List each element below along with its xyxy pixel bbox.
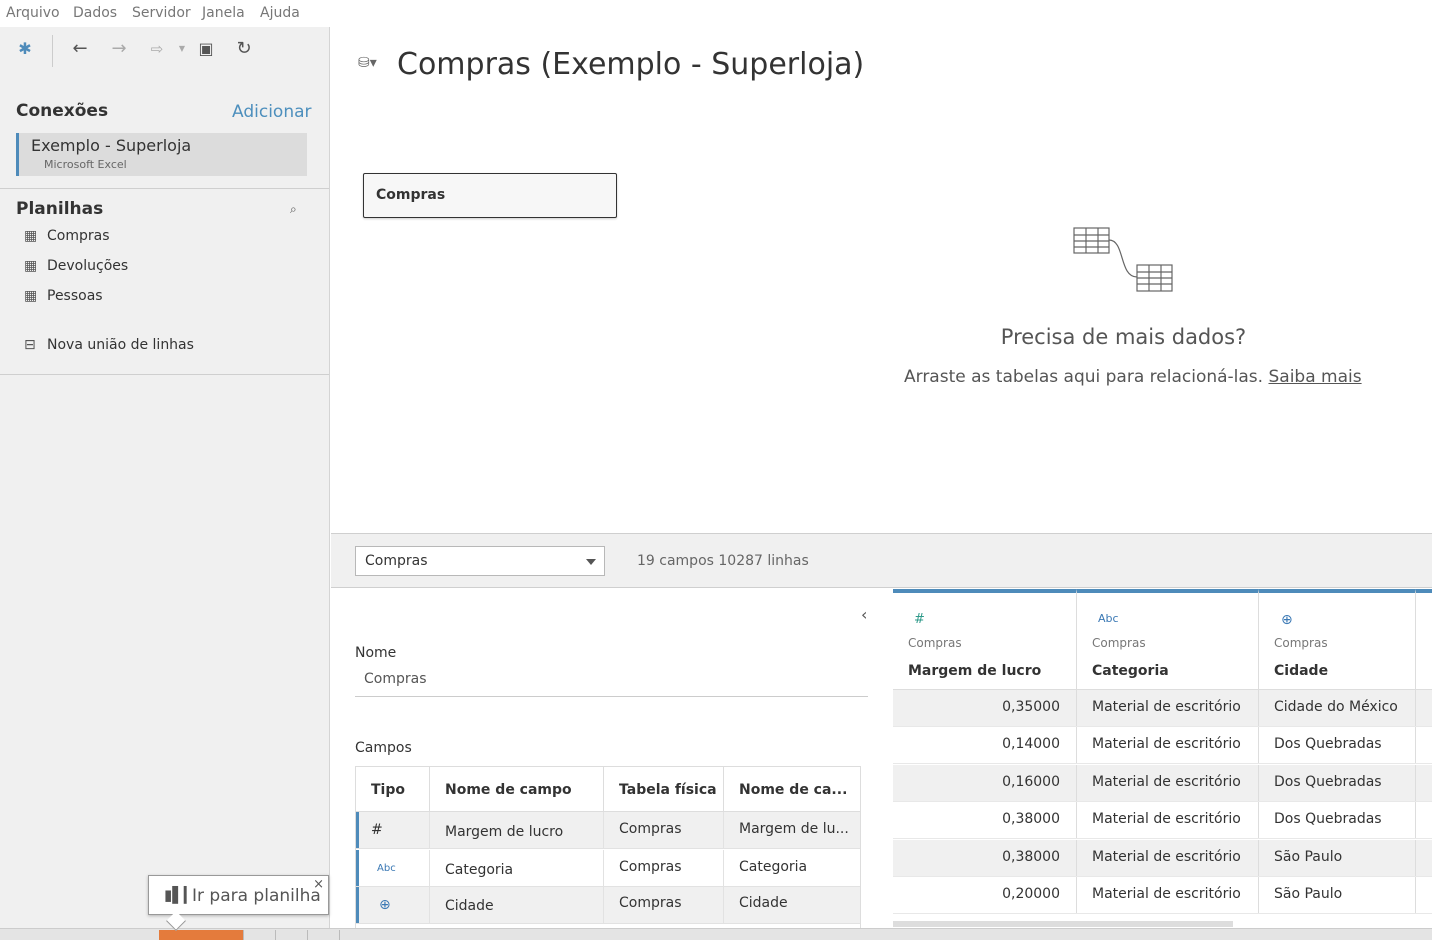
datasource-icon[interactable]: ⛁▾ xyxy=(358,55,377,71)
bar-chart-icon: ▮▌▎ xyxy=(164,886,196,904)
sheet-item-compras[interactable]: ▦ Compras xyxy=(24,227,224,249)
back-icon[interactable]: ← xyxy=(68,37,92,61)
connection-type: Microsoft Excel xyxy=(44,158,127,171)
save-icon[interactable]: ▣ xyxy=(194,37,218,61)
close-icon[interactable]: × xyxy=(313,877,324,892)
refresh-icon[interactable]: ↻ xyxy=(232,37,256,61)
globe-icon[interactable]: ⊕ xyxy=(1281,612,1293,628)
paste-dropdown-icon[interactable]: ▼ xyxy=(170,37,194,61)
table-row[interactable]: # Margem de lucro Compras Margem de lu..… xyxy=(356,812,860,849)
toolbar-separator xyxy=(52,35,53,67)
grid-header-margem[interactable]: # Compras Margem de lucro xyxy=(893,589,1077,690)
chevron-down-icon xyxy=(586,559,596,565)
table-row[interactable]: 0,20000 Material de escritório São Paulo xyxy=(893,877,1432,914)
data-grid: # Compras Margem de lucro Abc Compras Ca… xyxy=(893,589,1432,930)
menu-dados[interactable]: Dados xyxy=(73,5,117,21)
fields-header-tabela[interactable]: Tabela física xyxy=(604,767,724,812)
name-field[interactable]: Compras xyxy=(355,669,868,697)
grid-header-next[interactable] xyxy=(1416,589,1432,690)
union-icon: ⊟ xyxy=(24,337,36,353)
number-type-icon[interactable]: # xyxy=(371,822,383,838)
new-union-item[interactable]: ⊟ Nova união de linhas xyxy=(24,336,244,358)
table-icon: ▦ xyxy=(24,258,38,274)
learn-more-link[interactable]: Saiba mais xyxy=(1268,367,1361,387)
grid-horizontal-scrollbar[interactable] xyxy=(893,921,1233,927)
need-more-data-subtitle: Arraste as tabelas aqui para relacioná-l… xyxy=(904,367,1362,387)
relationship-illustration-icon xyxy=(1073,227,1173,292)
sheet-item-devolucoes[interactable]: ▦ Devoluções xyxy=(24,257,224,279)
connection-card[interactable]: Exemplo - Superloja Microsoft Excel xyxy=(16,133,307,176)
paste-icon[interactable]: ⇨ xyxy=(145,37,169,61)
table-stats: 19 campos 10287 linhas xyxy=(637,553,809,569)
menu-servidor[interactable]: Servidor xyxy=(132,5,191,21)
sheets-title: Planilhas xyxy=(16,199,104,219)
toolbar: ✱ ← → ⇨ ▼ ▣ ↻ xyxy=(0,27,329,73)
need-more-data-title: Precisa de mais dados? xyxy=(1000,325,1247,349)
name-label: Nome xyxy=(355,645,397,661)
fields-table: Tipo Nome de campo Tabela física Nome de… xyxy=(355,766,861,930)
connections-title: Conexões xyxy=(16,101,109,121)
relationship-canvas[interactable]: ⛁▾ Compras (Exemplo - Superloja) Compras… xyxy=(331,27,1432,533)
grid-header-categoria[interactable]: Abc Compras Categoria xyxy=(1077,589,1259,690)
datasource-title[interactable]: Compras (Exemplo - Superloja) xyxy=(397,47,864,82)
fields-header-tipo[interactable]: Tipo xyxy=(356,767,430,812)
divider xyxy=(0,188,329,189)
table-icon: ▦ xyxy=(24,228,38,244)
tableau-logo-icon[interactable]: ✱ xyxy=(13,37,37,61)
string-type-icon[interactable]: Abc xyxy=(1098,612,1119,625)
menu-janela[interactable]: Janela xyxy=(202,5,245,21)
table-icon: ▦ xyxy=(24,288,38,304)
menu-arquivo[interactable]: Arquivo xyxy=(6,5,60,21)
data-sidebar: ✱ ← → ⇨ ▼ ▣ ↻ Conexões Adicionar Exemplo… xyxy=(0,27,330,930)
sheet-tab-bar xyxy=(0,928,1432,940)
table-row[interactable]: 0,16000 Material de escritório Dos Quebr… xyxy=(893,765,1432,802)
table-row[interactable]: Abc Categoria Compras Categoria xyxy=(356,850,860,887)
fields-header-remoto[interactable]: Nome de ca... xyxy=(724,767,860,812)
fields-header-nome[interactable]: Nome de campo xyxy=(430,767,604,812)
table-row[interactable]: ⊕ Cidade Compras Cidade xyxy=(356,887,860,924)
canvas-table-compras[interactable]: Compras xyxy=(363,173,617,218)
table-row[interactable]: 0,38000 Material de escritório São Paulo xyxy=(893,840,1432,877)
table-row[interactable]: 0,35000 Material de escritório Cidade do… xyxy=(893,690,1432,727)
menu-bar: Arquivo Dados Servidor Janela Ajuda xyxy=(0,0,1432,27)
grid-header-cidade[interactable]: ⊕ Compras Cidade xyxy=(1259,589,1416,690)
add-connection-link[interactable]: Adicionar xyxy=(232,102,312,122)
forward-icon[interactable]: → xyxy=(107,37,131,61)
sheet-item-pessoas[interactable]: ▦ Pessoas xyxy=(24,287,224,309)
string-type-icon[interactable]: Abc xyxy=(377,863,396,874)
table-select[interactable]: Compras xyxy=(355,546,605,576)
fields-scrollbar[interactable] xyxy=(860,812,861,830)
search-icon[interactable]: ⌕ xyxy=(290,202,297,217)
table-row[interactable]: 0,38000 Material de escritório Dos Quebr… xyxy=(893,802,1432,839)
go-to-sheet-tooltip[interactable]: ▮▌▎ Ir para planilha × xyxy=(148,875,329,931)
menu-ajuda[interactable]: Ajuda xyxy=(260,5,300,21)
collapse-panel-icon[interactable]: ‹ xyxy=(861,605,867,624)
tab-data-source[interactable] xyxy=(159,930,243,940)
metadata-panel: ‹ Nome Compras Campos Tipo Nome de campo… xyxy=(331,589,893,930)
number-type-icon[interactable]: # xyxy=(914,612,925,627)
table-row[interactable]: 0,14000 Material de escritório Dos Quebr… xyxy=(893,727,1432,764)
divider xyxy=(0,374,329,375)
fields-label: Campos xyxy=(355,740,412,756)
connection-name: Exemplo - Superloja xyxy=(31,136,192,155)
table-toolbar: Compras 19 campos 10287 linhas xyxy=(331,533,1432,588)
globe-icon[interactable]: ⊕ xyxy=(379,897,391,913)
